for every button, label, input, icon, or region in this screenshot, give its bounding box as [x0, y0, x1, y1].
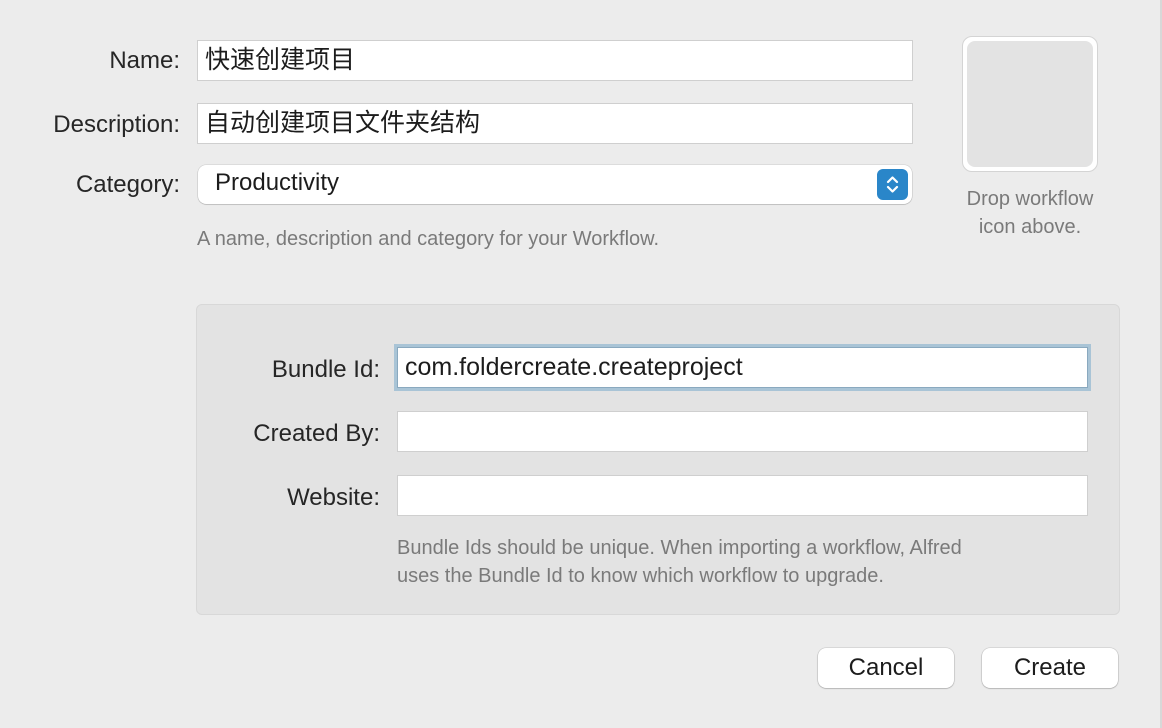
- category-label: Category:: [75, 171, 180, 198]
- workflow-details-sheet: Name: 快速创建项目 Description: 自动创建项目文件夹结构 Ca…: [0, 0, 1162, 728]
- chevron-up-down-icon: [877, 169, 908, 200]
- bundle-hint-line2: uses the Bundle Id to know which workflo…: [397, 565, 884, 587]
- website-label: Website:: [287, 484, 380, 511]
- workflow-icon-drop-well[interactable]: [962, 36, 1098, 172]
- name-label: Name:: [109, 47, 180, 74]
- category-select-value: Productivity: [215, 169, 340, 196]
- workflow-icon-placeholder: [967, 41, 1093, 167]
- bundle-id-field[interactable]: com.foldercreate.createproject: [397, 347, 1088, 388]
- website-field[interactable]: [397, 475, 1088, 516]
- description-label: Description:: [53, 111, 180, 138]
- name-field[interactable]: 快速创建项目: [197, 40, 913, 81]
- created-by-field[interactable]: [397, 411, 1088, 452]
- cancel-button[interactable]: Cancel: [818, 648, 954, 688]
- bundle-hint-line1: Bundle Ids should be unique. When import…: [397, 537, 962, 559]
- icon-drop-caption-line1: Drop workflow: [966, 188, 1094, 210]
- icon-drop-caption-line2: icon above.: [978, 216, 1082, 238]
- form-hint: A name, description and category for you…: [197, 228, 660, 250]
- icon-drop-caption: Drop workflow icon above.: [940, 185, 1120, 241]
- created-by-label: Created By:: [253, 420, 380, 447]
- description-field[interactable]: 自动创建项目文件夹结构: [197, 103, 913, 144]
- bundle-hint: Bundle Ids should be unique. When import…: [397, 534, 1097, 590]
- bundle-id-label: Bundle Id:: [271, 356, 380, 383]
- create-button[interactable]: Create: [982, 648, 1118, 688]
- category-select[interactable]: Productivity: [198, 165, 912, 204]
